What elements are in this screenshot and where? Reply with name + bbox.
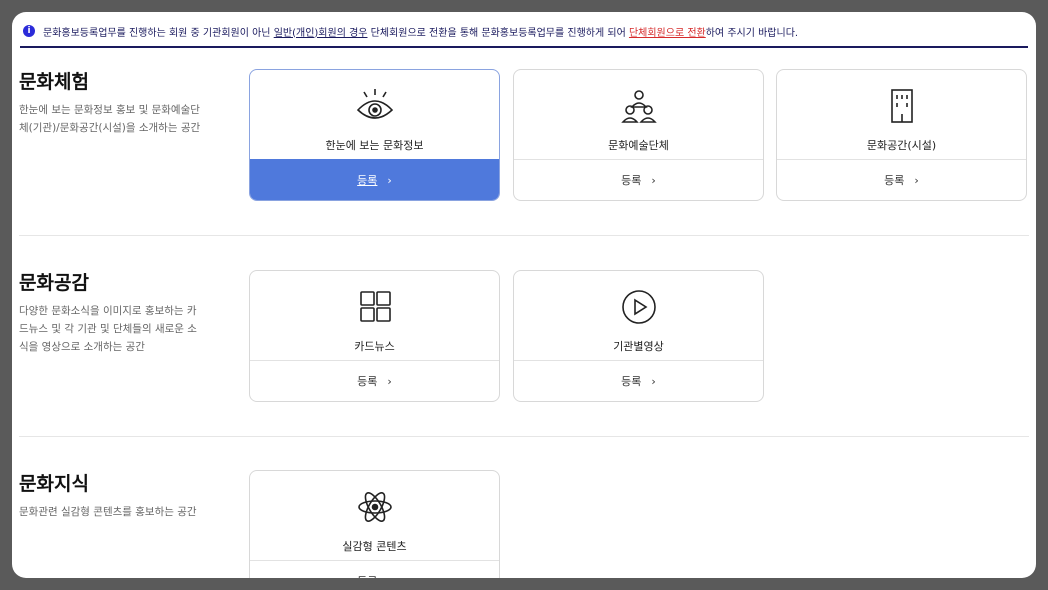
section-title: 문화공감 xyxy=(19,272,89,294)
register-label: 등록 xyxy=(621,174,642,187)
chevron-right-icon: › xyxy=(387,575,391,579)
section-title: 문화지식 xyxy=(19,473,89,495)
card-card-news[interactable]: 카드뉴스 등록 › xyxy=(249,270,500,402)
register-button[interactable]: 등록 › xyxy=(514,360,763,401)
register-label: 등록 xyxy=(357,174,378,187)
register-label: 등록 xyxy=(621,375,642,388)
section-description: 한눈에 보는 문화정보 홍보 및 문화예술단체(기관)/문화공간(시설)을 소개… xyxy=(19,104,201,134)
card-label: 문화공간(시설) xyxy=(866,139,937,152)
section-description: 문화관련 실감형 콘텐츠를 홍보하는 공간 xyxy=(19,506,197,518)
register-button[interactable]: 등록 › xyxy=(514,159,763,200)
grid-icon xyxy=(250,287,499,327)
group-icon xyxy=(514,86,763,126)
info-icon: i xyxy=(23,25,35,37)
card-agency-video[interactable]: 기관별영상 등록 › xyxy=(513,270,764,402)
card-label: 한눈에 보는 문화정보 xyxy=(325,139,424,152)
notice-link-personal[interactable]: 일반(개인)회원의 경우 xyxy=(274,24,368,39)
card-label: 문화예술단체 xyxy=(608,139,669,152)
section-divider xyxy=(19,436,1029,437)
card-label: 기관별영상 xyxy=(613,340,664,353)
chevron-right-icon: › xyxy=(651,374,656,388)
register-label: 등록 xyxy=(357,573,377,578)
card-culture-info[interactable]: 한눈에 보는 문화정보 등록 › xyxy=(249,69,500,201)
notice-banner: i 문화홍보등록업무를 진행하는 회원 중 기관회원이 아닌 일반(개인)회원의… xyxy=(20,16,1028,48)
atom-icon xyxy=(250,487,499,527)
register-label: 등록 xyxy=(357,375,378,388)
play-icon xyxy=(514,287,763,327)
building-icon xyxy=(777,86,1026,126)
chevron-right-icon: › xyxy=(651,173,656,187)
section-description: 다양한 문화소식을 이미지로 홍보하는 카드뉴스 및 각 기관 및 단체들의 새… xyxy=(19,305,197,353)
section-divider xyxy=(19,235,1029,236)
card-arts-group[interactable]: 문화예술단체 등록 › xyxy=(513,69,764,201)
chevron-right-icon: › xyxy=(387,173,392,187)
register-button[interactable]: 등록 › xyxy=(250,360,499,401)
register-label: 등록 xyxy=(884,174,905,187)
card-immersive-content[interactable]: 실감형 콘텐츠 등록 › xyxy=(249,470,500,578)
register-button[interactable]: 등록 › xyxy=(250,159,499,200)
chevron-right-icon: › xyxy=(914,173,919,187)
register-button[interactable]: 등록 › xyxy=(777,159,1026,200)
notice-text-1: 문화홍보등록업무를 진행하는 회원 중 기관회원이 아닌 xyxy=(43,27,271,39)
page-frame: i 문화홍보등록업무를 진행하는 회원 중 기관회원이 아닌 일반(개인)회원의… xyxy=(12,12,1036,578)
eye-icon xyxy=(250,86,499,126)
section-title: 문화체험 xyxy=(19,71,89,93)
notice-text-2: 단체회원으로 전환을 통해 문화홍보등록업무를 진행하게 되어 xyxy=(370,27,626,39)
card-label: 실감형 콘텐츠 xyxy=(342,540,407,553)
notice-link-convert[interactable]: 단체회원으로 전환 xyxy=(629,24,706,39)
register-button[interactable]: 등록 › xyxy=(250,560,499,578)
notice-text-3: 하여 주시기 바랍니다. xyxy=(705,27,799,39)
section-culture-knowledge: 문화지식 문화관련 실감형 콘텐츠를 홍보하는 공간 xyxy=(19,469,1029,578)
chevron-right-icon: › xyxy=(387,374,392,388)
card-culture-space[interactable]: 문화공간(시설) 등록 › xyxy=(776,69,1027,201)
card-label: 카드뉴스 xyxy=(354,340,395,353)
